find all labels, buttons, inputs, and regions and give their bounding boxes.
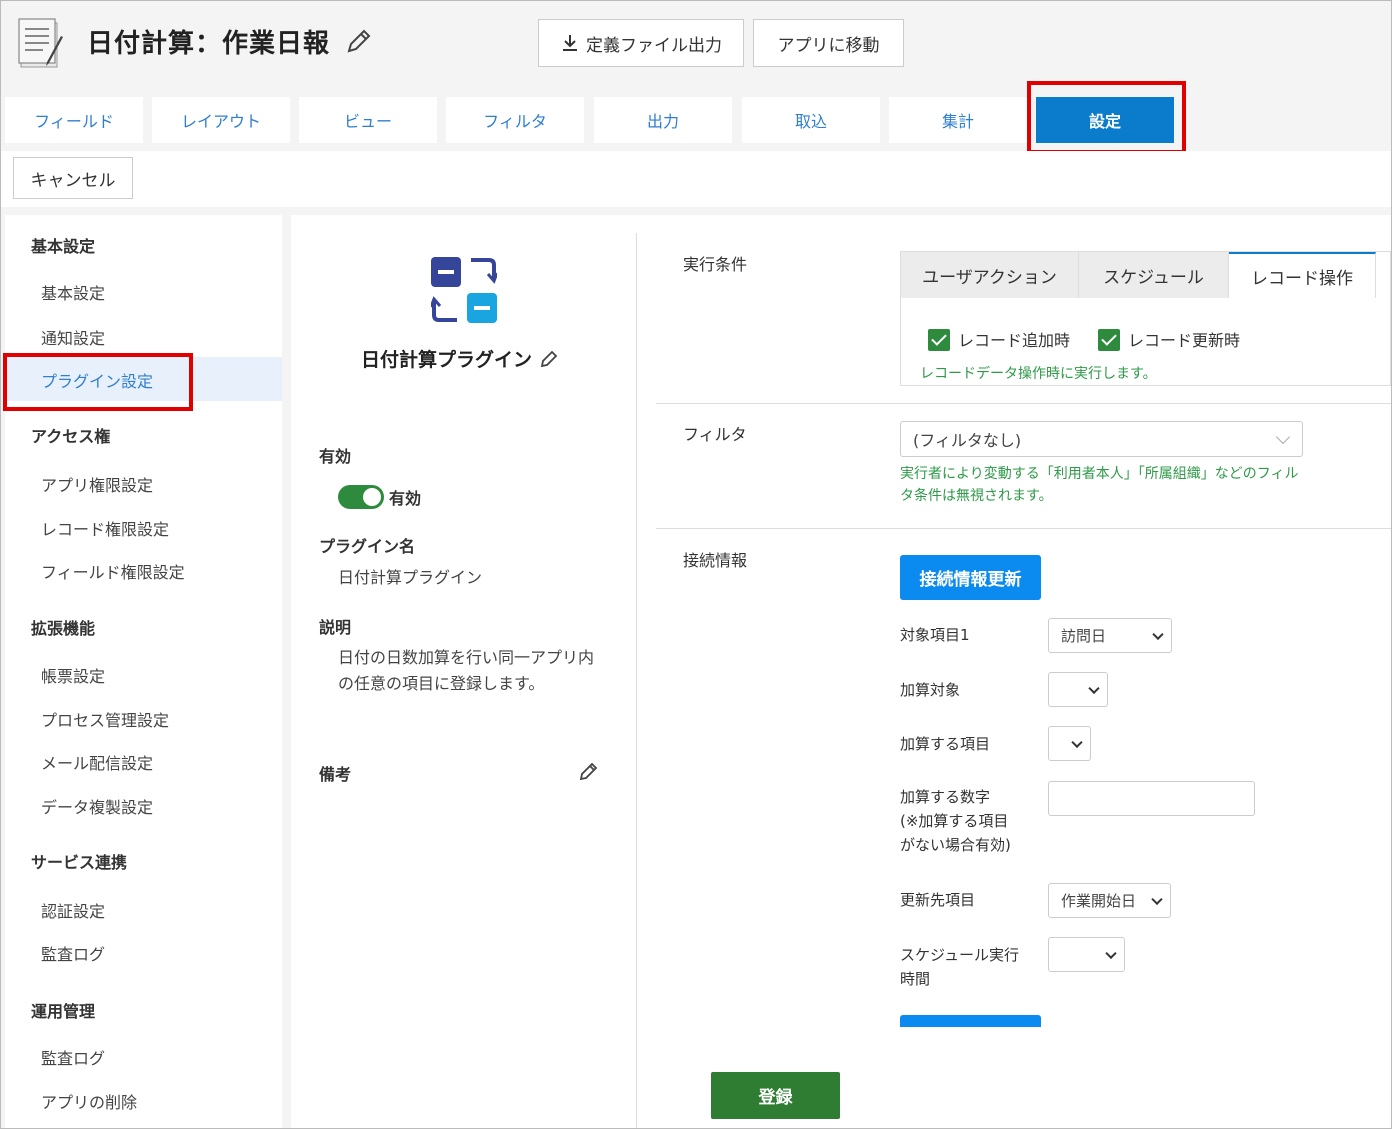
sidebar-item-record-permission[interactable]: レコード権限設定 (41, 516, 169, 540)
update-dest-select-value: 作業開始日 (1061, 892, 1137, 910)
chevron-down-icon (1071, 736, 1083, 748)
sidebar-item-app-permission[interactable]: アプリ権限設定 (41, 472, 153, 496)
partially-hidden-button[interactable] (900, 1015, 1041, 1027)
app-window: 日付計算：作業日報 定義ファイル出力 アプリに移動 フィールド レイアウト ビュ… (0, 0, 1392, 1129)
column-divider (636, 233, 637, 1128)
export-definition-button[interactable]: 定義ファイル出力 (538, 19, 744, 67)
main-panel: 日付計算プラグイン 有効 有効 プラグイン名 日付計算プラグイン 説明 日付の日… (291, 215, 1391, 1128)
description-label: 説明 (319, 618, 352, 637)
sidebar-item-process[interactable]: プロセス管理設定 (41, 707, 169, 731)
plugin-title: 日付計算プラグイン (361, 349, 533, 371)
sidebar-item-delete-app[interactable]: アプリの削除 (41, 1089, 137, 1113)
memo-label: 備考 (319, 765, 352, 784)
enabled-label: 有効 (319, 447, 352, 466)
edit-title-pencil-icon[interactable] (343, 27, 373, 57)
action-bar: キャンセル (1, 151, 1391, 207)
download-icon (563, 35, 577, 51)
field-label-schedule-2: 時間 (900, 970, 931, 988)
filter-select[interactable]: (フィルタなし) (900, 421, 1303, 457)
sidebar-item-notification[interactable]: 通知設定 (41, 325, 105, 349)
app-document-icon (18, 18, 63, 68)
exec-condition-label: 実行条件 (683, 255, 748, 274)
checkbox-record-update-label: レコード更新時 (1128, 331, 1241, 350)
sidebar-heading-extensions: 拡張機能 (31, 619, 96, 638)
app-title: 日付計算：作業日報 (87, 29, 331, 59)
cond-note: レコードデータ操作時に実行します。 (920, 366, 1157, 382)
separator-1 (656, 403, 1391, 404)
enabled-toggle-label: 有効 (389, 489, 422, 508)
filter-note-line-1: 実行者により変動する「利用者本人」「所属組織」などのフィル (900, 466, 1299, 482)
edit-memo-pencil-icon[interactable] (578, 760, 600, 782)
sidebar-item-basic-settings[interactable]: 基本設定 (41, 280, 105, 304)
sidebar-item-report[interactable]: 帳票設定 (41, 663, 105, 687)
update-dest-select[interactable]: 作業開始日 (1048, 883, 1171, 918)
plugin-icon (431, 257, 497, 323)
field-label-add-target: 加算対象 (900, 681, 961, 699)
highlight-plugin-settings (3, 353, 193, 411)
tab-output[interactable]: 出力 (594, 97, 732, 143)
cancel-button[interactable]: キャンセル (13, 157, 133, 199)
field-label-schedule-1: スケジュール実行 (900, 946, 1019, 964)
plugin-name-value: 日付計算プラグイン (338, 568, 483, 587)
field-label-add-number-3: がない場合有効) (900, 836, 1011, 854)
export-definition-label: 定義ファイル出力 (586, 35, 722, 56)
register-button[interactable]: 登録 (711, 1072, 840, 1119)
add-target-select[interactable] (1048, 672, 1108, 707)
chevron-down-icon (1152, 628, 1164, 640)
highlight-settings-tab (1027, 81, 1186, 154)
chevron-down-icon (1275, 429, 1291, 445)
sidebar-heading-basic: 基本設定 (31, 237, 96, 256)
cond-tab-schedule[interactable]: スケジュール (1079, 252, 1229, 298)
go-to-app-button[interactable]: アプリに移動 (753, 19, 904, 67)
tab-layout[interactable]: レイアウト (152, 97, 290, 143)
filter-note-line-2: タ条件は無視されます。 (900, 488, 1053, 504)
field-label-add-item: 加算する項目 (900, 735, 991, 753)
field-label-update-dest: 更新先項目 (900, 891, 976, 909)
tab-import[interactable]: 取込 (742, 97, 880, 143)
cond-tab-record-operation[interactable]: レコード操作 (1229, 252, 1376, 298)
plugin-name-label: プラグイン名 (319, 537, 416, 556)
checkbox-record-add[interactable] (928, 329, 950, 351)
filter-label: フィルタ (683, 425, 747, 444)
checkbox-record-add-label: レコード追加時 (958, 331, 1071, 350)
tab-field[interactable]: フィールド (5, 97, 143, 143)
header: 日付計算：作業日報 定義ファイル出力 アプリに移動 フィールド レイアウト ビュ… (1, 1, 1391, 154)
sidebar-item-field-permission[interactable]: フィールド権限設定 (41, 559, 185, 583)
schedule-time-select[interactable] (1048, 937, 1125, 972)
sidebar-heading-service: サービス連携 (31, 853, 128, 872)
field-label-add-number-1: 加算する数字 (900, 788, 991, 806)
connection-label: 接続情報 (683, 551, 748, 570)
description-line-1: 日付の日数加算を行い同一アプリ内 (338, 648, 595, 667)
description-line-2: の任意の項目に登録します。 (338, 674, 545, 693)
filter-select-value: (フィルタなし) (913, 431, 1022, 450)
checkbox-record-update[interactable] (1098, 329, 1120, 351)
add-number-input[interactable] (1048, 781, 1255, 816)
field-label-target-1: 対象項目1 (900, 626, 970, 644)
field-label-add-number-2: (※加算する項目 (900, 812, 1009, 830)
sidebar-item-audit-log-service[interactable]: 監査ログ (41, 941, 105, 965)
tab-view[interactable]: ビュー (299, 97, 437, 143)
chevron-down-icon (1088, 682, 1100, 694)
enabled-toggle[interactable] (338, 485, 384, 509)
cond-tab-user-action[interactable]: ユーザアクション (901, 252, 1079, 298)
tab-aggregate[interactable]: 集計 (889, 97, 1027, 143)
sidebar-item-data-copy[interactable]: データ複製設定 (41, 794, 153, 818)
chevron-down-icon (1151, 893, 1163, 905)
target-1-select[interactable]: 訪問日 (1048, 618, 1172, 653)
sidebar-heading-access: アクセス権 (31, 427, 111, 446)
target-1-select-value: 訪問日 (1061, 627, 1107, 645)
separator-2 (656, 528, 1391, 529)
sidebar-item-mail[interactable]: メール配信設定 (41, 750, 153, 774)
sidebar-item-audit-log-ops[interactable]: 監査ログ (41, 1045, 105, 1069)
tab-filter[interactable]: フィルタ (446, 97, 584, 143)
add-item-select[interactable] (1048, 726, 1091, 761)
chevron-down-icon (1105, 947, 1117, 959)
edit-plugin-title-pencil-icon[interactable] (539, 349, 559, 369)
sidebar-heading-operation: 運用管理 (31, 1002, 96, 1021)
connection-update-button[interactable]: 接続情報更新 (900, 555, 1041, 600)
sidebar-item-auth[interactable]: 認証設定 (41, 898, 105, 922)
exec-condition-box: ユーザアクション スケジュール レコード操作 レコード追加時 レコード更新時 レ… (900, 251, 1391, 386)
